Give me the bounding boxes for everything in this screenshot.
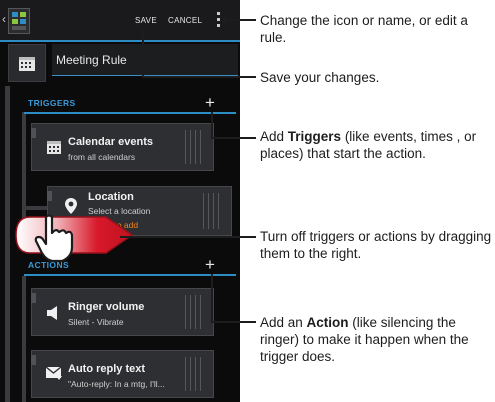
callout-text: Add — [260, 129, 288, 144]
callout-drag: Turn off triggers or actions by dragging… — [260, 229, 492, 261]
callout-text: Add an — [260, 315, 307, 330]
callout-bold: Triggers — [287, 129, 342, 144]
callout-triggers: Add Triggers (like events, times , or pl… — [260, 128, 492, 162]
callout-action: Add an Action (like silencing the ringer… — [260, 314, 492, 365]
callout-menu: Change the icon or name, or edit a rule. — [260, 13, 468, 45]
callout-save: Save your changes. — [260, 70, 380, 85]
callout-bold: Action — [306, 315, 349, 330]
